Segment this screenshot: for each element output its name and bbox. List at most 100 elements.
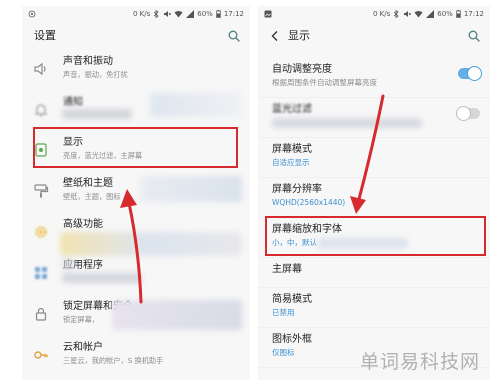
icon-shape (35, 312, 47, 321)
icon-shape (217, 9, 220, 11)
clock: 17:12 (223, 9, 244, 18)
icon-shape (168, 12, 172, 15)
icon-shape (34, 184, 47, 191)
watermark: 单词易科技网 (360, 351, 481, 373)
wallpaper-icon (34, 184, 49, 198)
bluetooth-icon (153, 9, 159, 18)
icon-shape (456, 13, 460, 17)
wifi-icon (414, 10, 423, 17)
highlight-box-screen-zoom (265, 216, 486, 256)
privacy-blur (140, 176, 242, 202)
icon-shape (34, 62, 43, 76)
icon-shape (457, 9, 460, 11)
status-right: 0 K/s 60% 17:12 (132, 9, 244, 18)
icon-shape (40, 114, 42, 117)
icon-shape (153, 9, 159, 18)
display-item-home-screen[interactable]: 主屏幕 (258, 258, 490, 288)
display-item-screen-resolution[interactable]: 屏幕分辨率 WQHD(2560x1440) (258, 178, 490, 218)
title-bar: 显示 (258, 23, 490, 49)
item-title: 简易模式 (272, 294, 312, 305)
icon-shape (42, 267, 47, 272)
icon-shape (174, 10, 183, 17)
icon-shape (186, 9, 195, 18)
item-title: 云和帐户 (63, 342, 103, 353)
icon-shape (41, 354, 48, 358)
status-bar: 0 K/s 60% 17:12 (22, 6, 250, 21)
battery-icon (455, 9, 461, 18)
icon-shape (31, 12, 33, 15)
icon-shape (42, 274, 47, 279)
icon-shape (39, 230, 43, 234)
item-subtitle: 三星云，我的帐户，S 换机助手 (63, 356, 164, 365)
auto-brightness-toggle[interactable] (458, 67, 481, 80)
icon-shape (393, 9, 399, 18)
bluetooth-icon (393, 9, 399, 18)
key-icon (34, 351, 48, 359)
icon-shape (271, 31, 278, 41)
blue-light-filter-toggle[interactable] (457, 107, 480, 120)
privacy-blur (272, 118, 422, 128)
icon-shape (475, 37, 480, 42)
battery-icon (215, 9, 221, 18)
title-bar: 设置 (22, 23, 250, 49)
item-title: 屏幕分辨率 (272, 184, 322, 195)
item-value: 已禁用 (272, 308, 295, 317)
item-subtitle: 壁纸，主题，图标 (63, 192, 121, 201)
item-title: 声音和振动 (63, 56, 113, 67)
icon-shape (34, 104, 48, 115)
mute-icon (404, 10, 412, 17)
network-speed: 0 K/s (372, 9, 391, 18)
battery-percent: 60% (437, 9, 453, 18)
display-item-screen-mode[interactable]: 屏幕模式 自适应显示 (258, 138, 490, 178)
icon-shape (216, 13, 220, 17)
display-settings-screen: 0 K/s 60% 17:12 显示 自动调整亮度 根据周围条件自动调整屏幕亮度… (258, 6, 490, 380)
status-right: 0 K/s 60% 17:12 (372, 9, 484, 18)
privacy-blur (62, 273, 142, 283)
item-title: 蓝光过滤 (272, 104, 312, 115)
privacy-blur (62, 258, 74, 270)
privacy-blur (62, 109, 132, 119)
network-speed: 0 K/s (132, 9, 151, 18)
icon-shape (35, 274, 40, 279)
item-title: 通知 (63, 97, 83, 108)
battery-percent: 60% (197, 9, 213, 18)
advanced-features-icon (35, 226, 47, 238)
item-title: 壁纸和主题 (63, 178, 113, 189)
mute-icon (164, 10, 172, 17)
bell-icon (34, 104, 48, 117)
icon-shape (414, 10, 423, 17)
toggle-knob (457, 107, 470, 120)
back-arrow-icon[interactable] (270, 30, 280, 42)
item-value: 自适应显示 (272, 158, 310, 167)
settings-item-sound[interactable]: 声音和振动 声音，振动，免打扰 (22, 50, 250, 90)
status-bar: 0 K/s 60% 17:12 (258, 6, 490, 21)
item-value: WQHD(2560x1440) (272, 198, 346, 207)
toggle-knob (468, 67, 481, 80)
display-item-easy-mode[interactable]: 简易模式 已禁用 (258, 288, 490, 328)
speaker-icon (34, 62, 46, 76)
icon-shape (35, 267, 40, 272)
item-title: 主屏幕 (272, 264, 302, 275)
search-icon[interactable] (228, 30, 240, 42)
icon-shape (235, 37, 240, 42)
icon-shape (404, 10, 409, 17)
icon-shape (37, 307, 45, 313)
display-item-auto-brightness[interactable]: 自动调整亮度 根据周围条件自动调整屏幕亮度 (258, 58, 490, 98)
wifi-icon (174, 10, 183, 17)
privacy-blur (60, 232, 242, 256)
icon-shape (43, 66, 46, 72)
notification-dot-icon (28, 10, 36, 17)
item-value: 仅图标 (272, 348, 295, 357)
item-title: 高级功能 (63, 219, 103, 230)
item-title: 屏幕模式 (272, 144, 312, 155)
page-title: 设置 (34, 29, 56, 42)
icon-shape (426, 9, 435, 18)
clock: 17:12 (463, 9, 484, 18)
item-subtitle: 声音，振动，免打扰 (63, 70, 128, 79)
item-title: 图标外框 (272, 334, 312, 345)
lock-icon (35, 307, 47, 321)
search-icon[interactable] (468, 30, 480, 42)
highlight-box-display (33, 127, 238, 168)
settings-item-cloud-accounts[interactable]: 云和帐户 三星云，我的帐户，S 换机助手 (22, 336, 250, 376)
icon-shape (408, 12, 412, 15)
